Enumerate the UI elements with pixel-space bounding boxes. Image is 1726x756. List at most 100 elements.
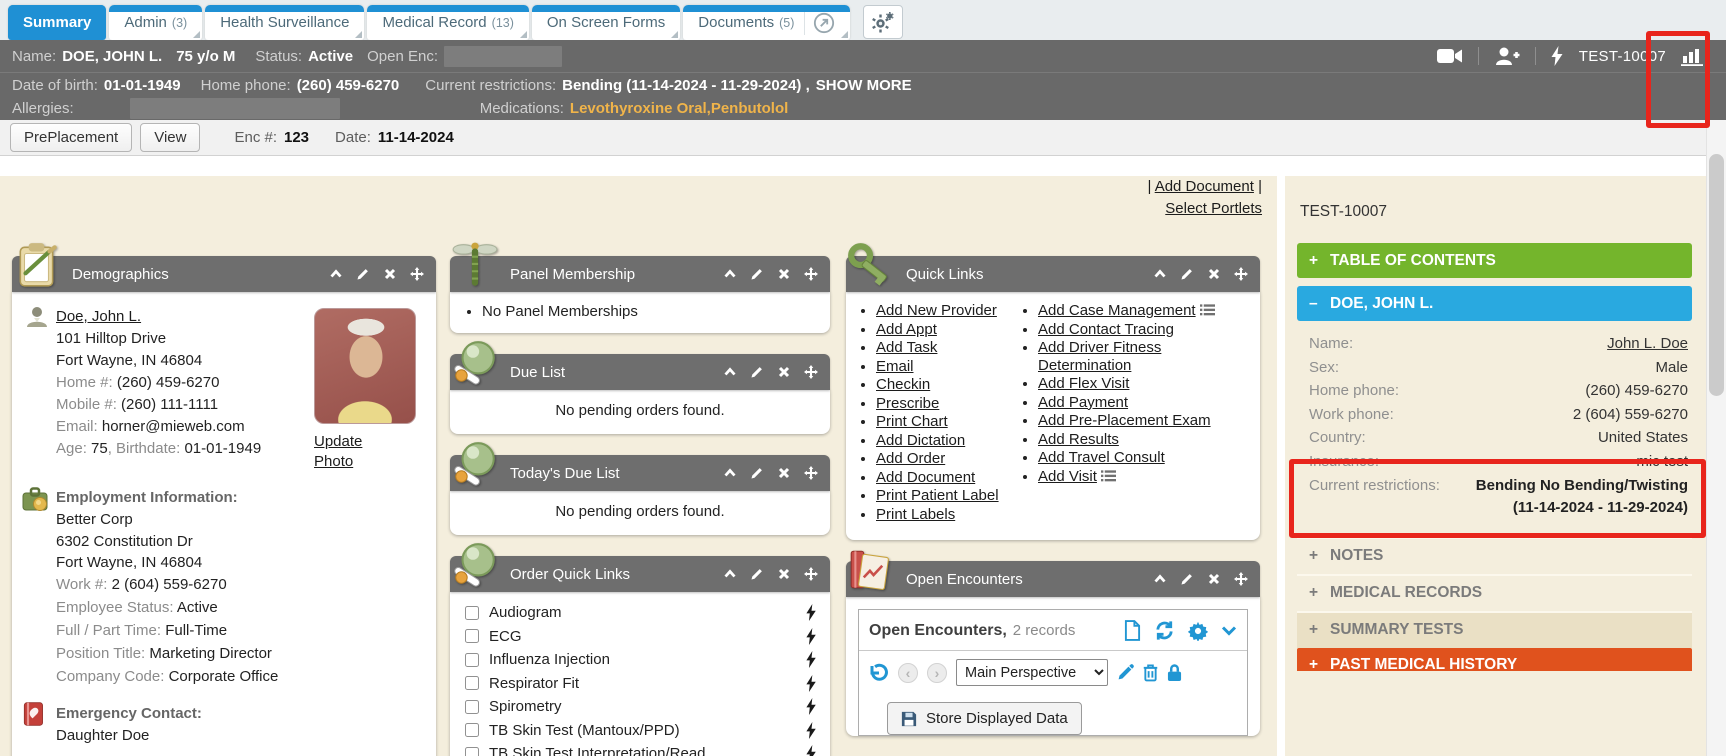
tab-summary[interactable]: Summary	[8, 5, 106, 40]
collapse-icon[interactable]	[723, 466, 737, 480]
delete-perspective-icon[interactable]	[1143, 663, 1158, 682]
edit-icon[interactable]	[750, 466, 764, 480]
new-document-icon[interactable]	[1124, 620, 1141, 641]
demographics-header[interactable]: Demographics	[12, 256, 436, 292]
quick-order-bolt-icon[interactable]	[806, 745, 817, 756]
order-checkbox[interactable]	[465, 653, 479, 667]
tab-health-surveillance[interactable]: Health Surveillance	[205, 5, 364, 40]
order-quick-links-header[interactable]: Order Quick Links	[450, 556, 830, 592]
quick-link[interactable]: Add Contact Tracing	[1038, 321, 1244, 339]
quick-link[interactable]: Add Case Management	[1038, 302, 1244, 320]
medication-link[interactable]: Levothyroxine Oral	[570, 97, 707, 120]
move-icon[interactable]	[804, 365, 818, 379]
patient-section-bar[interactable]: –DOE, JOHN L.	[1297, 286, 1692, 321]
refresh-icon[interactable]	[1154, 620, 1175, 641]
quick-link[interactable]: Print Chart	[876, 413, 1008, 431]
video-camera-icon[interactable]	[1437, 48, 1463, 64]
show-more-link[interactable]: SHOW MORE	[816, 74, 912, 97]
quick-links-header[interactable]: Quick Links	[846, 256, 1260, 292]
edit-icon[interactable]	[1180, 572, 1194, 586]
quick-order-bolt-icon[interactable]	[806, 698, 817, 715]
collapse-icon[interactable]	[723, 267, 737, 281]
add-document-link[interactable]: Add Document	[1155, 178, 1254, 195]
move-icon[interactable]	[804, 567, 818, 581]
patient-demographics-link[interactable]: Doe, John L.	[56, 308, 141, 325]
tab-settings-button[interactable]	[863, 5, 903, 39]
tab-admin[interactable]: Admin (3)	[109, 5, 202, 40]
medical-records-section-bar[interactable]: +MEDICAL RECORDS	[1297, 574, 1692, 611]
close-icon[interactable]	[1207, 572, 1221, 586]
edit-icon[interactable]	[356, 267, 370, 281]
quick-order-bolt-icon[interactable]	[806, 675, 817, 692]
table-of-contents-bar[interactable]: +TABLE OF CONTENTS	[1297, 243, 1692, 278]
close-icon[interactable]	[777, 365, 791, 379]
order-checkbox[interactable]	[465, 747, 479, 756]
edit-icon[interactable]	[1180, 267, 1194, 281]
todays-due-list-header[interactable]: Today's Due List	[450, 455, 830, 491]
quick-order-bolt-icon[interactable]	[806, 628, 817, 645]
order-checkbox[interactable]	[465, 700, 479, 714]
tab-documents[interactable]: Documents (5)	[683, 5, 850, 40]
collapse-icon[interactable]	[723, 567, 737, 581]
quick-link[interactable]: Add Appt	[876, 321, 1008, 339]
close-icon[interactable]	[777, 466, 791, 480]
collapse-icon[interactable]	[329, 267, 343, 281]
medication-link[interactable]: Penbutolol	[711, 97, 789, 120]
collapse-grid-icon[interactable]	[1221, 625, 1237, 636]
move-icon[interactable]	[804, 267, 818, 281]
collapse-icon[interactable]	[1153, 572, 1167, 586]
quick-link[interactable]: Add Visit	[1038, 468, 1244, 486]
quick-order-bolt-icon[interactable]	[806, 604, 817, 621]
collapse-icon[interactable]	[723, 365, 737, 379]
quick-link[interactable]: Add Flex Visit	[1038, 375, 1244, 393]
vertical-scrollbar[interactable]	[1706, 120, 1726, 756]
notes-section-bar[interactable]: +NOTES	[1297, 537, 1692, 574]
quick-link[interactable]: Add Travel Consult	[1038, 449, 1244, 467]
quick-link[interactable]: Add Document	[876, 469, 1008, 487]
quick-link[interactable]: Add Pre-Placement Exam	[1038, 412, 1244, 430]
store-displayed-data-button[interactable]: Store Displayed Data	[887, 702, 1082, 735]
close-icon[interactable]	[777, 267, 791, 281]
quick-link[interactable]: Email	[876, 358, 1008, 376]
chart-stats-icon[interactable]	[1681, 47, 1704, 66]
quick-link[interactable]: Add Results	[1038, 431, 1244, 449]
order-checkbox[interactable]	[465, 723, 479, 737]
past-medical-history-section-bar[interactable]: +PAST MEDICAL HISTORY	[1297, 648, 1692, 671]
quick-order-bolt-icon[interactable]	[806, 651, 817, 668]
patient-name-link[interactable]: John L. Doe	[1607, 332, 1688, 356]
open-encounters-header[interactable]: Open Encounters	[846, 561, 1260, 597]
perspective-select[interactable]: Main Perspective	[956, 659, 1108, 686]
quick-link[interactable]: Print Labels	[876, 506, 1008, 524]
order-checkbox[interactable]	[465, 606, 479, 620]
undo-icon[interactable]	[869, 663, 889, 683]
panel-membership-header[interactable]: Panel Membership	[450, 256, 830, 292]
quick-link[interactable]: Add Order	[876, 450, 1008, 468]
quick-link[interactable]: Checkin	[876, 376, 1008, 394]
gear-icon[interactable]	[1188, 621, 1208, 641]
move-icon[interactable]	[804, 466, 818, 480]
quick-order-bolt-icon[interactable]	[806, 722, 817, 739]
add-user-icon[interactable]	[1494, 47, 1520, 66]
move-icon[interactable]	[1234, 572, 1248, 586]
tab-medical-record[interactable]: Medical Record (13)	[367, 5, 528, 40]
lock-perspective-icon[interactable]	[1167, 663, 1182, 682]
quick-link[interactable]: Add New Provider	[876, 302, 1008, 320]
view-button[interactable]: View	[140, 123, 200, 152]
prev-perspective-button[interactable]: ‹	[898, 663, 918, 683]
update-photo-link[interactable]: Update Photo	[314, 432, 376, 472]
edit-perspective-icon[interactable]	[1117, 664, 1134, 681]
edit-icon[interactable]	[750, 567, 764, 581]
next-perspective-button[interactable]: ›	[927, 663, 947, 683]
close-icon[interactable]	[1207, 267, 1221, 281]
due-list-header[interactable]: Due List	[450, 354, 830, 390]
quick-link[interactable]: Add Task	[876, 339, 1008, 357]
move-icon[interactable]	[1234, 267, 1248, 281]
preplacement-button[interactable]: PrePlacement	[10, 123, 132, 152]
quick-link[interactable]: Print Patient Label	[876, 487, 1008, 505]
tab-on-screen-forms[interactable]: On Screen Forms	[532, 5, 680, 40]
close-icon[interactable]	[383, 267, 397, 281]
lightning-icon[interactable]	[1551, 46, 1564, 66]
quick-link[interactable]: Add Dictation	[876, 432, 1008, 450]
collapse-icon[interactable]	[1153, 267, 1167, 281]
quick-link[interactable]: Prescribe	[876, 395, 1008, 413]
